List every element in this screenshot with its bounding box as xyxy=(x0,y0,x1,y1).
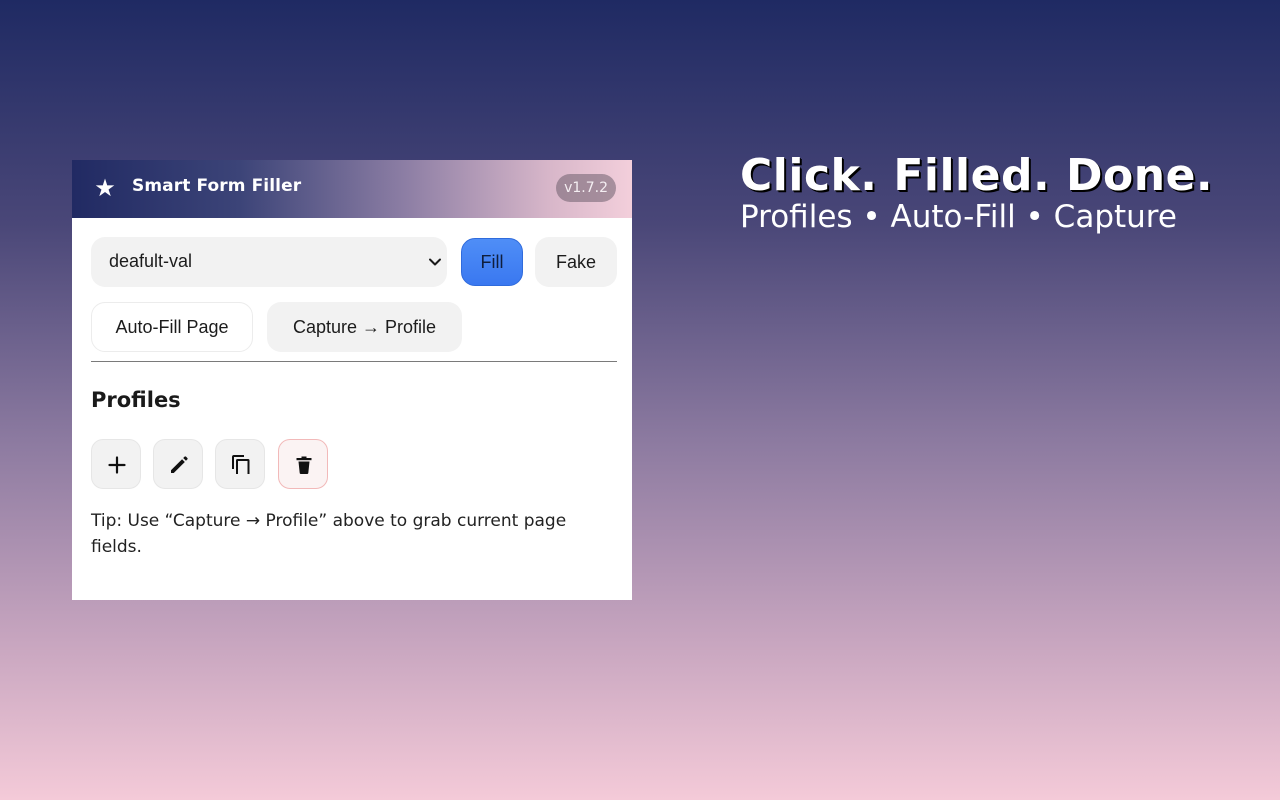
promo-text: Click. Filled. Done. Profiles • Auto-Fil… xyxy=(740,150,1260,235)
plus-icon xyxy=(108,456,126,474)
page-action-row: Auto-Fill Page Capture → Profile xyxy=(91,302,617,352)
version-badge: v1.7.2 xyxy=(556,174,616,202)
promo-subheadline: Profiles • Auto-Fill • Capture xyxy=(740,199,1177,235)
section-divider xyxy=(91,361,617,362)
promo-headline: Click. Filled. Done. xyxy=(740,150,1214,201)
fill-action-row: deafult-val Fill Fake xyxy=(91,237,617,287)
fake-button[interactable]: Fake xyxy=(535,237,617,287)
duplicate-profile-button[interactable] xyxy=(215,439,265,489)
add-profile-button[interactable] xyxy=(91,439,141,489)
app-title: Smart Form Filler xyxy=(132,176,302,196)
edit-profile-button[interactable] xyxy=(153,439,203,489)
pencil-icon xyxy=(171,456,188,473)
chevron-down-icon xyxy=(429,258,441,266)
star-icon: ★ xyxy=(94,174,116,202)
fill-button[interactable]: Fill xyxy=(461,238,523,286)
capture-tip: Tip: Use “Capture → Profile” above to gr… xyxy=(91,511,567,557)
profile-toolbar xyxy=(91,439,351,491)
delete-profile-button[interactable] xyxy=(278,439,328,489)
extension-popup: ★ Smart Form Filler v1.7.2 deafult-val F… xyxy=(72,160,632,600)
copy-icon xyxy=(232,455,250,474)
profiles-heading: Profiles xyxy=(91,388,181,412)
profile-select[interactable]: deafult-val xyxy=(91,237,447,287)
capture-profile-button[interactable]: Capture → Profile xyxy=(267,302,462,352)
popup-header: ★ Smart Form Filler v1.7.2 xyxy=(72,160,632,218)
trash-icon xyxy=(296,456,312,474)
profile-select-value: deafult-val xyxy=(109,251,193,271)
autofill-page-button[interactable]: Auto-Fill Page xyxy=(91,302,253,352)
